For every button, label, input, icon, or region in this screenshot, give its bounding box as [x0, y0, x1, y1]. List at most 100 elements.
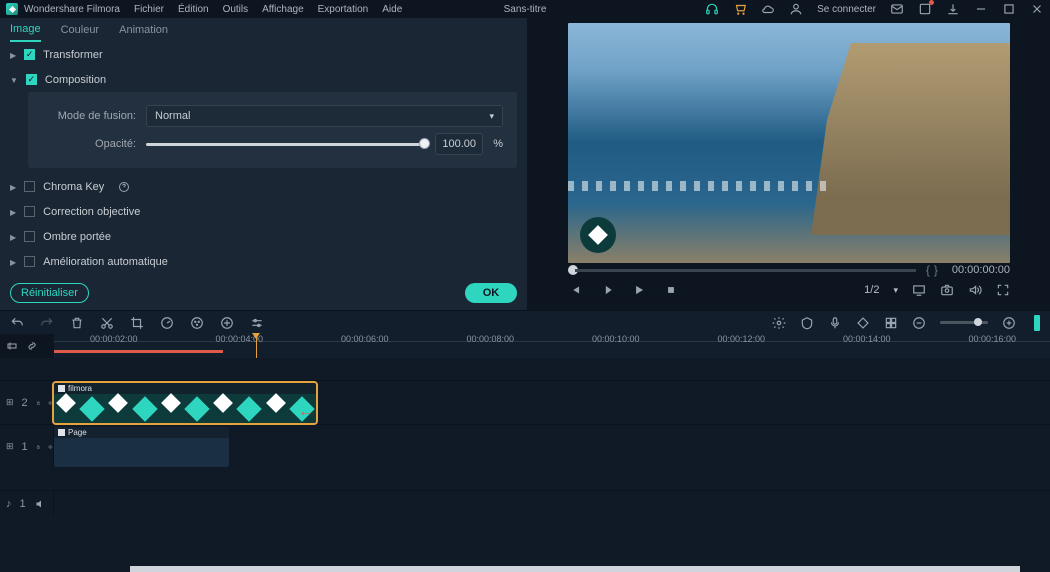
menu-view[interactable]: Affichage — [262, 4, 304, 15]
audio-note-icon: ♪ — [6, 498, 12, 510]
download-icon[interactable] — [946, 2, 960, 16]
keyframe-icon[interactable] — [856, 316, 870, 330]
undo-icon[interactable] — [10, 316, 24, 330]
reset-button[interactable]: Réinitialiser — [10, 283, 89, 303]
grid-icon[interactable] — [884, 316, 898, 330]
volume-icon[interactable] — [968, 283, 982, 297]
clip-filmora[interactable]: filmora ← — [54, 383, 316, 423]
play-start-button[interactable] — [600, 283, 614, 297]
timeline-toolbar — [0, 310, 1050, 334]
blend-mode-value: Normal — [155, 110, 190, 122]
audio-mute-icon[interactable] — [34, 498, 46, 510]
track1-eye-icon[interactable] — [48, 441, 53, 453]
track2-eye-icon[interactable] — [48, 397, 53, 409]
greenscreen-icon[interactable] — [220, 316, 234, 330]
timeline-scrollbar[interactable] — [130, 566, 1020, 572]
prop-chroma-key[interactable]: Chroma Key — [0, 174, 527, 199]
voiceover-icon[interactable] — [828, 316, 842, 330]
chevron-down-icon[interactable]: ▾ — [893, 285, 898, 296]
stop-button[interactable] — [664, 283, 678, 297]
message-icon[interactable] — [890, 2, 904, 16]
redo-icon[interactable] — [40, 316, 54, 330]
mixer-icon[interactable] — [772, 316, 786, 330]
chevron-down-icon: ▾ — [489, 111, 494, 122]
autoenh-checkbox[interactable] — [24, 256, 35, 267]
prop-drop-shadow[interactable]: Ombre portée — [0, 224, 527, 249]
page-indicator: 1/2 — [864, 284, 879, 296]
ok-button[interactable]: OK — [465, 283, 517, 303]
composition-checkbox[interactable] — [26, 74, 37, 85]
ruler-tick: 00:00:10:00 — [592, 334, 640, 344]
menu-edit[interactable]: Édition — [178, 4, 209, 15]
correction-checkbox[interactable] — [24, 206, 35, 217]
document-title: Sans-titre — [504, 4, 547, 15]
delete-icon[interactable] — [70, 316, 84, 330]
render-bar-icon[interactable] — [1034, 315, 1040, 331]
preview-viewport[interactable] — [568, 23, 1010, 263]
transformer-checkbox[interactable] — [24, 49, 35, 60]
play-button[interactable] — [632, 283, 646, 297]
blend-mode-label: Mode de fusion: — [42, 110, 136, 122]
adjustment-icon[interactable] — [250, 316, 264, 330]
color-icon[interactable] — [190, 316, 204, 330]
cloud-icon[interactable] — [761, 2, 775, 16]
ruler-tick: 00:00:02:00 — [90, 334, 138, 344]
video-track-2: ⊞ 2 filmora ← — [0, 380, 1050, 424]
menu-tools[interactable]: Outils — [223, 4, 249, 15]
zoom-out-icon[interactable] — [912, 316, 926, 330]
timeline-playhead[interactable] — [256, 334, 257, 358]
ruler-tick: 00:00:14:00 — [843, 334, 891, 344]
link-icon[interactable] — [26, 340, 38, 352]
shadow-checkbox[interactable] — [24, 231, 35, 242]
snapshot-icon[interactable] — [940, 283, 954, 297]
track2-film-icon: ⊞ — [6, 397, 14, 408]
crop-icon[interactable] — [130, 316, 144, 330]
prop-composition[interactable]: Composition — [0, 67, 527, 92]
prev-frame-button[interactable] — [568, 283, 582, 297]
menu-help[interactable]: Aide — [382, 4, 402, 15]
track1-lock-icon[interactable] — [36, 441, 41, 453]
clip-page[interactable]: Page — [54, 427, 229, 467]
headset-icon[interactable] — [705, 2, 719, 16]
scrub-bar[interactable] — [575, 269, 916, 272]
menu-export[interactable]: Exportation — [318, 4, 369, 15]
panel-tabs: Image Couleur Animation — [0, 18, 527, 42]
fullscreen-icon[interactable] — [996, 283, 1010, 297]
cut-icon[interactable] — [100, 316, 114, 330]
minimize-icon[interactable] — [974, 2, 988, 16]
correction-label: Correction objective — [43, 206, 140, 218]
opacity-value[interactable]: 100.00 — [435, 133, 483, 155]
track1-film-icon: ⊞ — [6, 441, 14, 452]
tab-color[interactable]: Couleur — [61, 19, 100, 41]
track2-lock-icon[interactable] — [36, 397, 41, 409]
opacity-unit: % — [493, 138, 503, 150]
blend-mode-select[interactable]: Normal ▾ — [146, 105, 503, 127]
tab-animation[interactable]: Animation — [119, 19, 168, 41]
opacity-slider[interactable] — [146, 133, 425, 155]
prop-auto-enhance[interactable]: Amélioration automatique — [0, 249, 527, 274]
property-panel: Image Couleur Animation Transformer Comp… — [0, 18, 528, 310]
menu-file[interactable]: Fichier — [134, 4, 164, 15]
user-icon[interactable] — [789, 2, 803, 16]
timeline-ruler[interactable]: 00:00:02:0000:00:04:0000:00:06:0000:00:0… — [54, 334, 1050, 358]
zoom-slider[interactable] — [940, 321, 988, 324]
tab-image[interactable]: Image — [10, 18, 41, 42]
sign-in-link[interactable]: Se connecter — [817, 4, 876, 15]
bracket-open-icon[interactable]: { — [926, 263, 930, 277]
chroma-checkbox[interactable] — [24, 181, 35, 192]
shadow-label: Ombre portée — [43, 231, 111, 243]
app-logo-icon — [6, 3, 18, 15]
close-icon[interactable] — [1030, 2, 1044, 16]
speed-icon[interactable] — [160, 316, 174, 330]
marker-icon[interactable] — [800, 316, 814, 330]
track-adjust-icon[interactable] — [6, 340, 18, 352]
bracket-close-icon[interactable]: } — [934, 263, 938, 277]
display-mode-icon[interactable] — [912, 283, 926, 297]
cart-icon[interactable] — [733, 2, 747, 16]
maximize-icon[interactable] — [1002, 2, 1016, 16]
notification-icon[interactable] — [918, 2, 932, 16]
zoom-in-icon[interactable] — [1002, 316, 1016, 330]
prop-lens-correction[interactable]: Correction objective — [0, 199, 527, 224]
help-icon[interactable] — [118, 181, 130, 193]
prop-transformer[interactable]: Transformer — [0, 42, 527, 67]
